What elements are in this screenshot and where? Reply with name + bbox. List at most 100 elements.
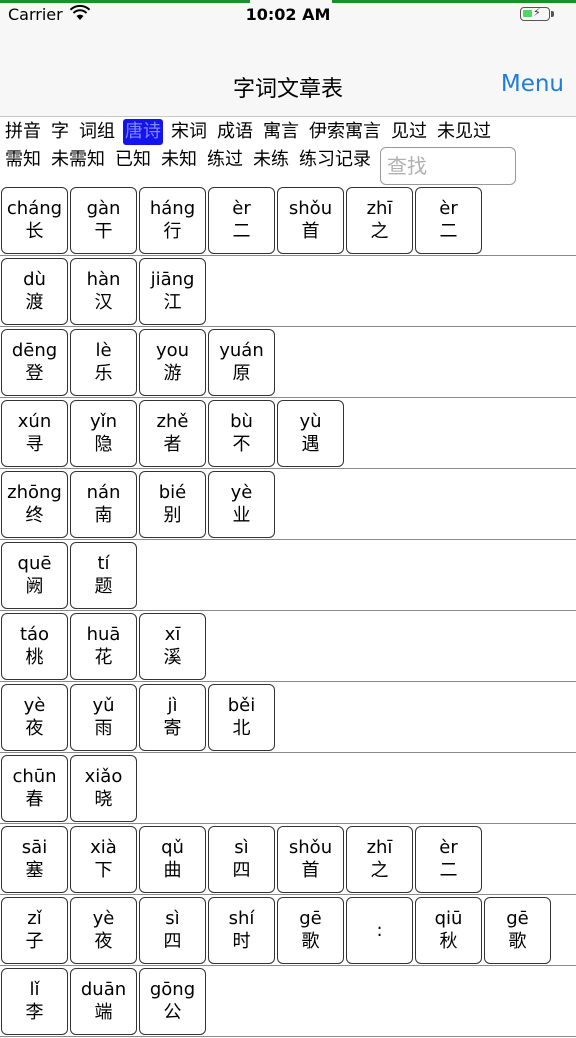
character-cell[interactable]: nán 南 (70, 471, 137, 538)
character-cell[interactable]: hàn 汉 (70, 258, 137, 325)
pinyin-label: xún (17, 410, 52, 432)
filter-option[interactable]: 字 (49, 119, 71, 145)
character-cell[interactable]: gē 歌 (484, 897, 551, 964)
filter-option[interactable]: 伊索寓言 (307, 119, 383, 145)
filter-selected[interactable]: 唐诗 (123, 119, 163, 145)
character-cell[interactable]: gōng 公 (139, 968, 206, 1035)
character-cell[interactable]: yè 业 (208, 471, 275, 538)
filter-option[interactable]: 成语 (215, 119, 255, 145)
hanzi-label: 时 (232, 930, 251, 952)
filter-option[interactable]: 宋词 (169, 119, 209, 145)
character-cell[interactable]: yù 遇 (277, 400, 344, 467)
character-cell[interactable]: bié 别 (139, 471, 206, 538)
pinyin-label: shí (228, 907, 255, 929)
character-cell[interactable]: you 游 (139, 329, 206, 396)
character-cell[interactable]: tí 题 (70, 542, 137, 609)
hanzi-label: 李 (25, 1001, 44, 1023)
filter-option[interactable]: 未练 (251, 147, 291, 173)
pinyin-label: dù (23, 268, 46, 290)
pinyin-label: cháng (6, 197, 63, 219)
character-cell[interactable]: xiǎo 晓 (70, 755, 137, 822)
character-cell[interactable]: xī 溪 (139, 613, 206, 680)
pinyin-label: gàn (86, 197, 121, 219)
character-cell[interactable]: xún 寻 (1, 400, 68, 467)
hanzi-label: 下 (94, 859, 113, 881)
character-cell[interactable]: zhī 之 (346, 826, 413, 893)
hanzi-label: 秋 (439, 930, 458, 952)
character-cell[interactable]: huā 花 (70, 613, 137, 680)
status-time: 10:02 AM (245, 5, 331, 24)
character-cell[interactable]: běi 北 (208, 684, 275, 751)
character-cell[interactable]: yǔ 雨 (70, 684, 137, 751)
character-cell[interactable]: èr 二 (415, 826, 482, 893)
filter-option[interactable]: 见过 (389, 119, 429, 145)
hanzi-label: 端 (94, 1001, 113, 1023)
hanzi-label: 夜 (25, 717, 44, 739)
character-cell[interactable]: sì 四 (208, 826, 275, 893)
hanzi-label: 别 (163, 504, 182, 526)
character-cell[interactable]: xià 下 (70, 826, 137, 893)
character-cell[interactable]: shǒu 首 (277, 187, 344, 254)
search-box[interactable] (380, 147, 516, 185)
character-cell[interactable]: duān 端 (70, 968, 137, 1035)
pinyin-label: èr (439, 197, 458, 219)
loading-line (332, 0, 576, 3)
poem-row: chūn 春 xiǎo 晓 (0, 754, 576, 824)
character-cell[interactable]: èr 二 (208, 187, 275, 254)
character-cell[interactable]: háng 行 (139, 187, 206, 254)
search-input[interactable] (385, 153, 509, 179)
character-cell[interactable]: shǒu 首 (277, 826, 344, 893)
character-cell[interactable]: bù 不 (208, 400, 275, 467)
character-cell[interactable]: shí 时 (208, 897, 275, 964)
character-cell[interactable]: lè 乐 (70, 329, 137, 396)
pinyin-label: huā (86, 623, 121, 645)
character-cell[interactable]: táo 桃 (1, 613, 68, 680)
character-cell[interactable]: sì 四 (139, 897, 206, 964)
character-cell[interactable]: èr 二 (415, 187, 482, 254)
hanzi-label: 子 (25, 930, 44, 952)
filter-option[interactable]: 未需知 (49, 147, 107, 173)
hanzi-label: 渡 (25, 291, 44, 313)
filter-option[interactable]: 拼音 (3, 119, 43, 145)
pinyin-label: dēng (11, 339, 58, 361)
character-cell[interactable]: lǐ 李 (1, 968, 68, 1035)
character-cell[interactable]: : (346, 897, 413, 964)
character-cell[interactable]: zǐ 子 (1, 897, 68, 964)
hanzi-label: 终 (25, 504, 44, 526)
filter-option[interactable]: 需知 (3, 147, 43, 173)
character-cell[interactable]: jiāng 江 (139, 258, 206, 325)
character-cell[interactable]: jì 寄 (139, 684, 206, 751)
filter-option[interactable]: 未知 (159, 147, 199, 173)
character-cell[interactable]: cháng 长 (1, 187, 68, 254)
character-cell[interactable]: dù 渡 (1, 258, 68, 325)
character-cell[interactable]: zhī 之 (346, 187, 413, 254)
character-cell[interactable]: yuán 原 (208, 329, 275, 396)
character-cell[interactable]: qiū 秋 (415, 897, 482, 964)
hanzi-label: 晓 (94, 788, 113, 810)
character-cell[interactable]: chūn 春 (1, 755, 68, 822)
hanzi-label: 首 (301, 220, 320, 242)
character-cell[interactable]: yè 夜 (70, 897, 137, 964)
filter-option[interactable]: 练习记录 (297, 147, 373, 173)
filter-option[interactable]: 词组 (77, 119, 117, 145)
filter-option[interactable]: 寓言 (261, 119, 301, 145)
poem-row: zhōng 终 nán 南 bié 别 yè 业 (0, 470, 576, 540)
hanzi-label: 北 (232, 717, 251, 739)
filter-option[interactable]: 已知 (113, 147, 153, 173)
character-cell[interactable]: dēng 登 (1, 329, 68, 396)
character-cell[interactable]: yè 夜 (1, 684, 68, 751)
pinyin-label: táo (19, 623, 50, 645)
filter-option[interactable]: 未见过 (435, 119, 493, 145)
character-cell[interactable]: quē 阙 (1, 542, 68, 609)
character-cell[interactable]: gē 歌 (277, 897, 344, 964)
character-cell[interactable]: sāi 塞 (1, 826, 68, 893)
poem-row: xún 寻 yǐn 隐 zhě 者 bù 不 yù 遇 (0, 399, 576, 469)
character-cell[interactable]: qǔ 曲 (139, 826, 206, 893)
character-cell[interactable]: gàn 干 (70, 187, 137, 254)
menu-button[interactable]: Menu (501, 71, 564, 97)
hanzi-label: 夜 (94, 930, 113, 952)
character-cell[interactable]: zhě 者 (139, 400, 206, 467)
character-cell[interactable]: zhōng 终 (1, 471, 68, 538)
character-cell[interactable]: yǐn 隐 (70, 400, 137, 467)
filter-option[interactable]: 练过 (205, 147, 245, 173)
